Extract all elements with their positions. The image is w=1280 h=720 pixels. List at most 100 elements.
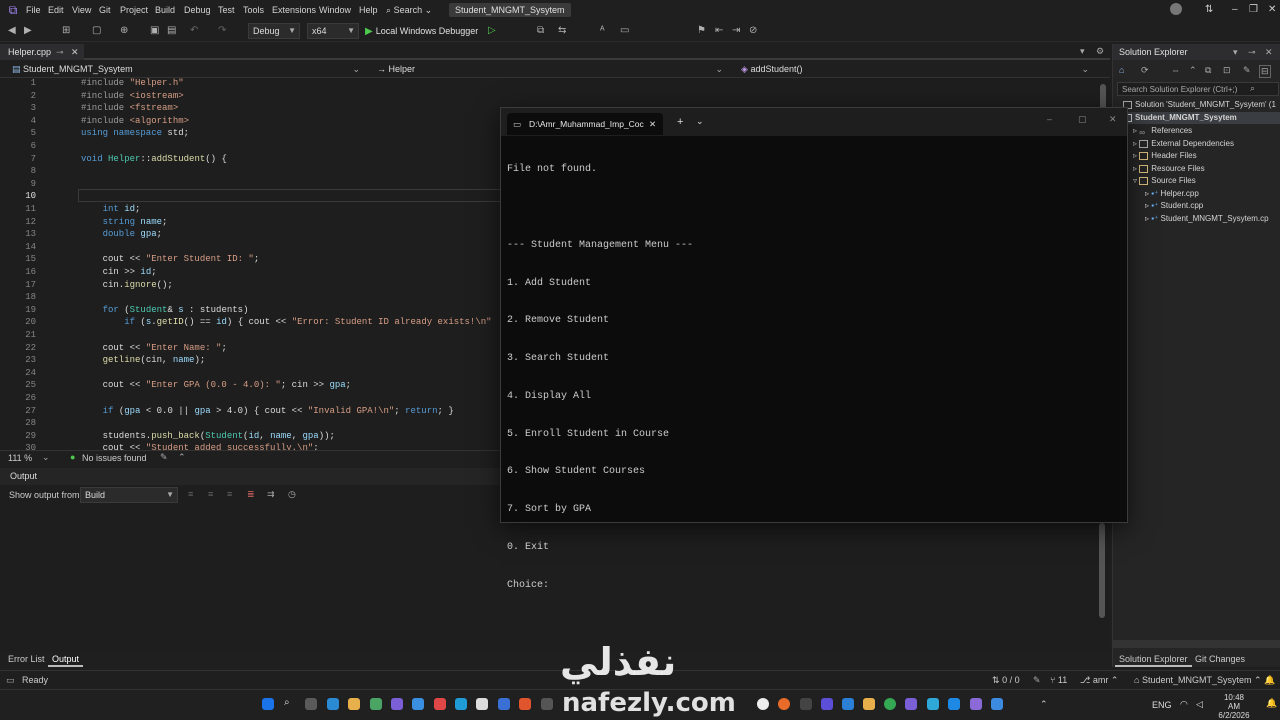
app-icon-7[interactable] bbox=[757, 698, 769, 710]
forward-icon[interactable]: ▶ bbox=[24, 25, 32, 36]
vscode-icon[interactable] bbox=[842, 698, 854, 710]
clear-all-icon[interactable]: ≡ bbox=[227, 489, 232, 499]
notion-icon[interactable] bbox=[476, 698, 488, 710]
search-menu[interactable]: ⌕ Search ⌄ bbox=[386, 5, 432, 16]
tab-helper-cpp[interactable]: Helper.cpp ⊸ ✕ bbox=[0, 44, 84, 60]
pin-icon[interactable]: ⊸ bbox=[1248, 44, 1256, 60]
home-icon[interactable]: ⌂ bbox=[1119, 65, 1124, 75]
app-icon-11[interactable] bbox=[905, 698, 917, 710]
tool-icon-2[interactable]: ⇆ bbox=[558, 25, 566, 36]
platform-select[interactable]: x64 ▼ bbox=[307, 23, 359, 39]
zoom-level[interactable]: 111 % bbox=[8, 453, 32, 463]
app-icon-13[interactable] bbox=[948, 698, 960, 710]
notification-center-icon[interactable]: 🔔 bbox=[1266, 698, 1277, 709]
menu-git[interactable]: Git bbox=[99, 5, 111, 15]
start-debugging-button[interactable]: ▶ Local Windows Debugger bbox=[365, 23, 478, 39]
git-user[interactable]: ⎇ amr ⌃ bbox=[1080, 671, 1118, 689]
minimize-icon[interactable]: – bbox=[1047, 114, 1052, 124]
word-wrap-icon[interactable]: ⇉ bbox=[267, 489, 275, 500]
search-icon[interactable]: ⌕ bbox=[284, 697, 296, 709]
app-icon-5[interactable] bbox=[498, 698, 510, 710]
tab-error-list[interactable]: Error List bbox=[4, 652, 49, 667]
close-window-icon[interactable]: ✕ bbox=[1268, 4, 1276, 15]
tab-dropdown-icon[interactable]: ▾ bbox=[1080, 46, 1085, 57]
dropdown-icon[interactable]: ▾ bbox=[1233, 44, 1238, 60]
chevron-down-icon[interactable]: ⌄ bbox=[42, 452, 50, 463]
spell-icon[interactable]: ᴬ bbox=[600, 25, 605, 36]
app-icon-3[interactable] bbox=[434, 698, 446, 710]
menu-view[interactable]: View bbox=[72, 5, 91, 15]
tool-icon-1[interactable]: ⧉ bbox=[537, 25, 544, 36]
menu-file[interactable]: File bbox=[26, 5, 41, 15]
tab-output[interactable]: Output bbox=[48, 652, 84, 667]
menu-extensions[interactable]: Extensions bbox=[272, 5, 316, 15]
redo-icon[interactable]: ↷ bbox=[218, 25, 226, 36]
comment-icon[interactable]: ▭ bbox=[620, 25, 629, 36]
task-view-icon[interactable] bbox=[305, 698, 317, 710]
menu-build[interactable]: Build bbox=[155, 5, 175, 15]
back-icon[interactable]: ◀ bbox=[8, 25, 16, 36]
next-message-icon[interactable]: ≡ bbox=[208, 489, 213, 499]
menu-project[interactable]: Project bbox=[120, 5, 148, 15]
git-changes-count[interactable]: ⑂ 11 bbox=[1050, 671, 1067, 689]
app-icon-4[interactable] bbox=[455, 698, 467, 710]
tree-file-student[interactable]: ▹ ▪⁺ Student.cpp bbox=[1145, 200, 1203, 212]
tree-source-files[interactable]: ▿ Source Files bbox=[1133, 175, 1196, 187]
sync-icon[interactable]: ⟳ bbox=[1141, 65, 1149, 76]
console-tab[interactable]: ▭ D:\Amr_Muhammad_Imp_Coc ✕ bbox=[507, 113, 663, 135]
menu-help[interactable]: Help bbox=[359, 5, 378, 15]
bookmark-prev-icon[interactable]: ⇤ bbox=[715, 25, 723, 36]
output-source-select[interactable]: Build ▼ bbox=[80, 487, 178, 503]
minimize-icon[interactable]: – bbox=[1232, 4, 1238, 15]
bookmark-next-icon[interactable]: ⇥ bbox=[732, 25, 740, 36]
undo-icon[interactable]: ↶ bbox=[190, 25, 198, 36]
chevron-up-icon[interactable]: ⌃ bbox=[178, 452, 186, 463]
project-nav-dropdown[interactable]: ▤ Student_MNGMT_Sysytem ⌄ bbox=[8, 62, 364, 77]
prev-message-icon[interactable]: ≡ bbox=[188, 489, 193, 499]
app-icon-2[interactable] bbox=[412, 698, 424, 710]
menu-debug[interactable]: Debug bbox=[184, 5, 211, 15]
tree-header-files[interactable]: ▹ Header Files bbox=[1133, 150, 1197, 162]
language-indicator[interactable]: ENG bbox=[1152, 700, 1172, 710]
bookmark-icon[interactable]: ⚑ bbox=[697, 25, 706, 36]
tree-resource-files[interactable]: ▹ Resource Files bbox=[1133, 163, 1205, 175]
tree-references[interactable]: ▹ ∞ References bbox=[1133, 125, 1192, 137]
line-changes[interactable]: ⇅ 0 / 0 bbox=[992, 671, 1020, 689]
preview-icon[interactable]: ⊡ bbox=[1223, 65, 1231, 76]
console-window[interactable]: ▭ D:\Amr_Muhammad_Imp_Coc ✕ + ⌄ – ▢ ✕ Fi… bbox=[500, 107, 1128, 591]
volume-icon[interactable]: ◁ bbox=[1196, 699, 1203, 710]
issues-status[interactable]: No issues found bbox=[82, 453, 147, 463]
bookmark-clear-icon[interactable]: ⊘ bbox=[749, 25, 757, 36]
app-icon-15[interactable] bbox=[991, 698, 1003, 710]
brave-icon[interactable] bbox=[519, 698, 531, 710]
close-tab-icon[interactable]: ✕ bbox=[71, 44, 79, 60]
user-avatar[interactable] bbox=[1170, 3, 1182, 15]
config-select[interactable]: Debug ▼ bbox=[248, 23, 300, 39]
menu-tools[interactable]: Tools bbox=[243, 5, 264, 15]
restore-icon[interactable]: ❐ bbox=[1249, 4, 1258, 15]
wrench-icon[interactable]: ✎ bbox=[1243, 65, 1251, 76]
tree-file-helper[interactable]: ▹ ▪⁺ Helper.cpp bbox=[1145, 188, 1199, 200]
new-tab-icon[interactable]: + bbox=[677, 116, 683, 128]
folder-icon[interactable] bbox=[863, 698, 875, 710]
new-item-icon[interactable]: ⊕ bbox=[120, 25, 128, 36]
app-icon-9[interactable] bbox=[800, 698, 812, 710]
collapse-icon[interactable]: ⇔ bbox=[1171, 65, 1180, 75]
start-without-debug-icon[interactable]: ▷ bbox=[488, 25, 496, 36]
clock[interactable]: 10:48 AM 6/2/2026 bbox=[1218, 693, 1250, 720]
app-icon-8[interactable] bbox=[778, 698, 790, 710]
app-icon-12[interactable] bbox=[927, 698, 939, 710]
solution-hscroll[interactable] bbox=[1113, 640, 1280, 648]
close-window-icon[interactable]: ✕ bbox=[1109, 114, 1117, 125]
broom-icon[interactable]: ✎ bbox=[160, 452, 168, 463]
new-project-icon[interactable]: ⊞ bbox=[62, 25, 70, 36]
tab-git-changes[interactable]: Git Changes bbox=[1191, 652, 1249, 667]
menu-edit[interactable]: Edit bbox=[48, 5, 64, 15]
show-all-icon[interactable]: ⧉ bbox=[1205, 65, 1211, 76]
toggle-wrap-icon[interactable]: ≣ bbox=[247, 489, 255, 500]
chevron-down-icon[interactable]: ⌄ bbox=[696, 116, 704, 127]
close-tab-icon[interactable]: ✕ bbox=[649, 113, 656, 135]
pin-icon[interactable]: ⊸ bbox=[56, 44, 64, 60]
expand-icon[interactable]: ⌃ bbox=[1189, 65, 1197, 76]
menu-window[interactable]: Window bbox=[319, 5, 351, 15]
